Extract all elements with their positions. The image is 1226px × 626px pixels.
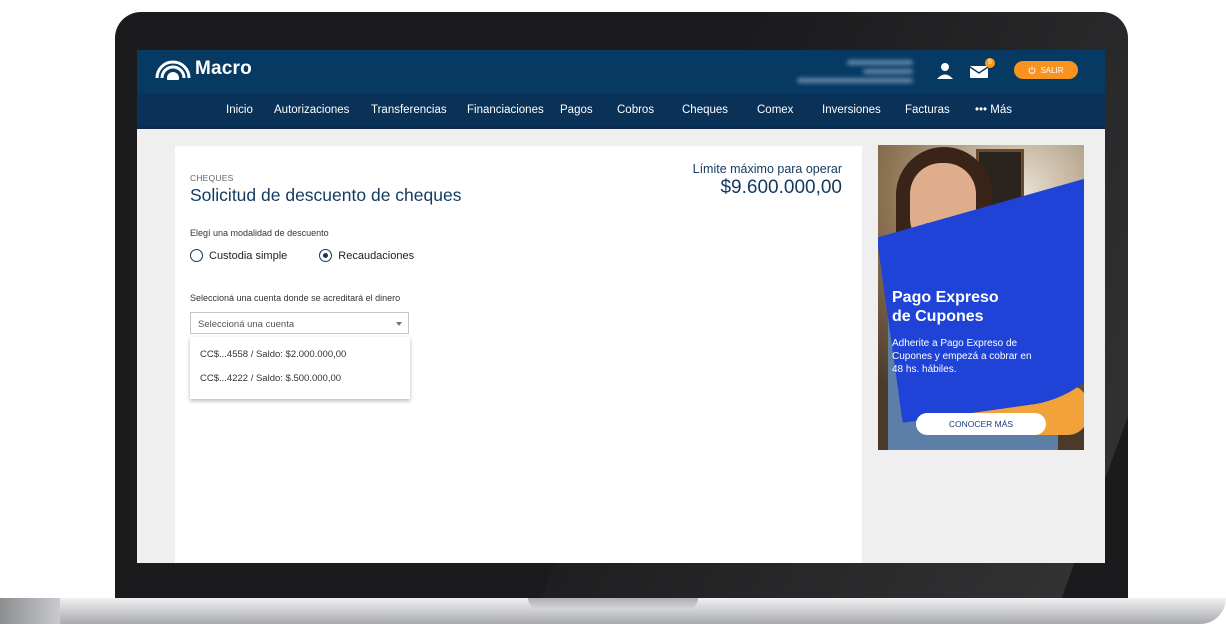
nav-item-financiaciones[interactable]: Financiaciones bbox=[467, 104, 544, 116]
nav-item-pagos[interactable]: Pagos bbox=[560, 104, 593, 116]
nav-item-cheques[interactable]: Cheques bbox=[682, 104, 728, 116]
promo-text: Adherite a Pago Expreso de Cupones y emp… bbox=[892, 338, 1032, 375]
nav-item-cobros[interactable]: Cobros bbox=[617, 104, 654, 116]
account-select-placeholder: Seleccioná una cuenta bbox=[198, 319, 295, 330]
brand-name: Macro bbox=[195, 58, 252, 79]
account-dropdown: CC$...4558 / Saldo: $2.000.000,00 CC$...… bbox=[190, 337, 410, 399]
promo-title-line2: de Cupones bbox=[892, 308, 984, 325]
logout-label: SALIR bbox=[1040, 65, 1064, 75]
top-header: Macro 5 SALIR bbox=[137, 50, 1105, 93]
nav-item-autorizaciones[interactable]: Autorizaciones bbox=[274, 104, 349, 116]
account-option[interactable]: CC$...4558 / Saldo: $2.000.000,00 bbox=[200, 349, 346, 360]
modality-label: Elegí una modalidad de descuento bbox=[190, 228, 329, 238]
radio-label: Custodia simple bbox=[209, 249, 288, 262]
app-screen: Macro 5 SALIR Inicio Autorizaciones Tran… bbox=[137, 50, 1105, 563]
laptop-notch bbox=[528, 598, 698, 610]
nav-item-inversiones[interactable]: Inversiones bbox=[822, 104, 881, 116]
account-label: Seleccioná una cuenta donde se acreditar… bbox=[190, 293, 401, 303]
nav-item-inicio[interactable]: Inicio bbox=[226, 104, 253, 116]
logout-button[interactable]: SALIR bbox=[1014, 61, 1078, 79]
limit-label: Límite máximo para operar bbox=[692, 162, 842, 176]
main-nav: Inicio Autorizaciones Transferencias Fin… bbox=[137, 93, 1105, 129]
laptop-base-edge bbox=[0, 598, 60, 624]
nav-item-facturas[interactable]: Facturas bbox=[905, 104, 950, 116]
promo-banner[interactable]: Pago Expreso de Cupones Adherite a Pago … bbox=[878, 145, 1084, 450]
account-option[interactable]: CC$...4222 / Saldo: $.500.000,00 bbox=[200, 373, 341, 384]
promo-title-line1: Pago Expreso bbox=[892, 289, 999, 306]
page-title: Solicitud de descuento de cheques bbox=[190, 185, 462, 205]
breadcrumb: CHEQUES bbox=[190, 173, 234, 183]
promo-button[interactable]: CONOCER MÁS bbox=[916, 413, 1046, 435]
caret-down-icon bbox=[396, 322, 402, 326]
nav-item-mas[interactable]: ••• Más bbox=[975, 104, 1012, 116]
account-select[interactable]: Seleccioná una cuenta bbox=[190, 312, 409, 334]
nav-item-transferencias[interactable]: Transferencias bbox=[371, 104, 447, 116]
promo-title: Pago Expreso de Cupones bbox=[892, 288, 1072, 326]
macro-logo-icon bbox=[155, 60, 191, 80]
modality-options: Custodia simple Recaudaciones bbox=[190, 249, 414, 262]
nav-item-comex[interactable]: Comex bbox=[757, 104, 793, 116]
notification-badge: 5 bbox=[985, 58, 995, 68]
radio-label: Recaudaciones bbox=[338, 249, 415, 262]
radio-button-checked-icon[interactable] bbox=[319, 249, 333, 262]
main-card: CHEQUES Solicitud de descuento de cheque… bbox=[175, 146, 862, 563]
user-icon[interactable] bbox=[935, 62, 955, 80]
brand-logo[interactable]: Macro bbox=[155, 58, 252, 80]
radio-recaudaciones[interactable]: Recaudaciones bbox=[319, 249, 414, 262]
power-icon bbox=[1028, 66, 1036, 74]
radio-button-icon[interactable] bbox=[190, 249, 203, 262]
blurred-user-info bbox=[787, 56, 927, 86]
radio-custodia-simple[interactable]: Custodia simple bbox=[190, 249, 287, 262]
limit-value: $9.600.000,00 bbox=[720, 177, 842, 198]
